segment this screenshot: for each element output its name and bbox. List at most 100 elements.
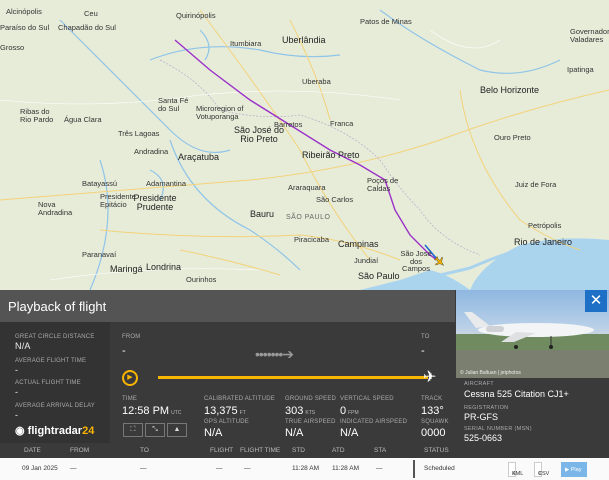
map-city-label: Paranavaí: [82, 250, 117, 259]
route-icon[interactable]: ⤡: [145, 423, 165, 437]
logo-num: 24: [82, 425, 95, 437]
map-city-label: Andradina: [134, 147, 169, 156]
row-flight-time: —: [244, 465, 251, 472]
map-state-label: SÃO PAULO: [286, 214, 331, 221]
fit-route-icon[interactable]: ⛶: [123, 423, 143, 437]
map-city-label: Araraquara: [288, 183, 326, 192]
map-city-label: Chapadão do Sul: [58, 23, 116, 32]
map-city-label: Campinas: [338, 239, 379, 249]
aircraft-photo[interactable]: ✕ © Julian Baltuan | jetphotos: [456, 290, 609, 378]
map-city-label: Uberaba: [302, 77, 331, 86]
row-date: 09 Jan 2025: [22, 465, 58, 472]
map-city-label: Ourinhos: [186, 275, 217, 284]
map-city-label: Ceu: [84, 9, 98, 18]
map-city-label: São José dos Campos: [400, 249, 432, 273]
col-status: STATUS: [424, 447, 449, 454]
map-city-label: Paraíso do Sul: [0, 23, 50, 32]
kml-download-button[interactable]: ⇩ KML: [508, 462, 523, 477]
map-city-label: Uberlândia: [282, 35, 326, 45]
registration-value: PR-GFS: [464, 412, 499, 422]
actual-flight-time-value: -: [15, 387, 19, 397]
col-date: DATE: [24, 447, 41, 454]
map-city-label: Ipatinga: [567, 65, 594, 74]
close-icon[interactable]: ✕: [585, 290, 607, 312]
row-sta: —: [376, 465, 383, 472]
map-city-label: Bauru: [250, 209, 275, 219]
great-circle-label: GREAT CIRCLE DISTANCE: [15, 334, 95, 340]
vertical-speed-label: VERTICAL SPEED: [340, 396, 394, 402]
map-city-label: Alcinópolis: [6, 7, 42, 16]
avg-arrival-delay-label: AVERAGE ARRIVAL DELAY: [15, 403, 96, 409]
csv-download-button[interactable]: ⇩ CSV: [534, 462, 549, 477]
actual-flight-time: ACTUAL FLIGHT TIME -: [15, 380, 81, 397]
playback-play-button[interactable]: ▶: [122, 370, 138, 386]
map-view[interactable]: Alcinópolis Ceu Paraíso do Sul Chapadão …: [0, 0, 609, 290]
col-sta: STA: [374, 447, 387, 454]
indicated-airspeed-label: INDICATED AIRSPEED: [340, 419, 408, 425]
col-flight-time: FLIGHT TIME: [240, 447, 281, 454]
map-city-label: Microregion of Votuporanga: [196, 104, 244, 121]
cal-alt-unit: FT: [239, 410, 246, 416]
playback-plane-icon[interactable]: ✈: [423, 367, 436, 387]
row-from: —: [70, 465, 77, 472]
ground-speed-label: GROUND SPEED: [285, 396, 337, 402]
gps-alt-value: N/A: [204, 427, 223, 439]
avg-arrival-delay: AVERAGE ARRIVAL DELAY -: [15, 403, 95, 420]
map-tool-buttons: ⛶ ⤡ ▲: [123, 423, 187, 437]
map-city-label: Barretos: [274, 120, 303, 129]
avg-flight-time: AVERAGE FLIGHT TIME -: [15, 358, 86, 375]
col-to: TO: [140, 447, 149, 454]
panel-title: Playback of flight: [0, 290, 455, 322]
map-city-label: Três Lagoas: [118, 129, 160, 138]
cockpit-view-icon[interactable]: ▲: [167, 423, 187, 437]
flightradar24-logo[interactable]: ◉ flightradar24: [15, 424, 94, 437]
map-city-label: Ribas do Rio Pardo: [20, 107, 54, 124]
squawk-value: 0000: [421, 427, 446, 439]
map-city-label: Jundiaí: [354, 256, 379, 265]
map-city-label: Batayassú: [82, 179, 118, 188]
actual-flight-time-label: ACTUAL FLIGHT TIME: [15, 380, 81, 386]
avg-arrival-delay-value: -: [15, 410, 19, 420]
map-city-label: Patos de Minas: [360, 17, 412, 26]
ground-speed-unit: KTS: [305, 410, 316, 416]
great-circle-value: N/A: [15, 341, 31, 351]
true-airspeed-value: N/A: [285, 427, 304, 439]
to-value: -: [421, 345, 425, 357]
photo-credit: © Julian Baltuan | jetphotos: [460, 370, 521, 376]
row-divider: [413, 460, 415, 478]
col-atd: ATD: [332, 447, 345, 454]
map-city-label: São Carlos: [316, 195, 354, 204]
row-to: —: [140, 465, 147, 472]
ground-speed-value-text: 303: [285, 405, 304, 417]
map-city-label: Belo Horizonte: [480, 85, 540, 95]
table-row[interactable]: 09 Jan 2025 — — — — 11:28 AM 11:28 AM — …: [0, 458, 609, 480]
playback-progress-bar[interactable]: [158, 376, 428, 379]
row-status: Scheduled: [424, 465, 455, 472]
vertical-speed-value-text: 0: [340, 405, 347, 417]
true-airspeed-label: TRUE AIRSPEED: [285, 419, 336, 425]
serial-label: SERIAL NUMBER (MSN): [464, 426, 532, 432]
flight-playback-screen: Alcinópolis Ceu Paraíso do Sul Chapadão …: [0, 0, 609, 480]
cal-alt-value-text: 13,375: [204, 405, 238, 417]
from-label: FROM: [122, 334, 141, 340]
gps-alt-label: GPS ALTITUDE: [204, 419, 249, 425]
logo-text: flightradar: [27, 425, 83, 437]
map-city-label: Itumbiara: [230, 39, 262, 48]
route-arrow-icon: •••••••➔: [255, 346, 294, 362]
from-value: -: [122, 345, 126, 357]
time-value: 12:58 PM UTC: [122, 405, 181, 417]
play-button[interactable]: ▶ Play: [561, 462, 587, 477]
great-circle-distance: GREAT CIRCLE DISTANCE N/A: [15, 334, 95, 351]
row-std: 11:28 AM: [292, 465, 319, 472]
col-flight: FLIGHT: [210, 447, 234, 454]
serial-value: 525-0663: [464, 433, 503, 443]
map-city-label: Governador Valadares: [570, 27, 609, 44]
track-value: 133°: [421, 405, 444, 417]
map-city-label: Presidente Prudente: [133, 193, 177, 212]
map-city-label: Piracicaba: [294, 235, 330, 244]
map-city-label: Araçatuba: [178, 152, 220, 162]
map-city-label: São Paulo: [358, 271, 400, 281]
aircraft-label: AIRCRAFT: [464, 381, 494, 387]
kml-label: KML: [512, 471, 524, 477]
map-city-label: Juiz de Fora: [515, 180, 557, 189]
